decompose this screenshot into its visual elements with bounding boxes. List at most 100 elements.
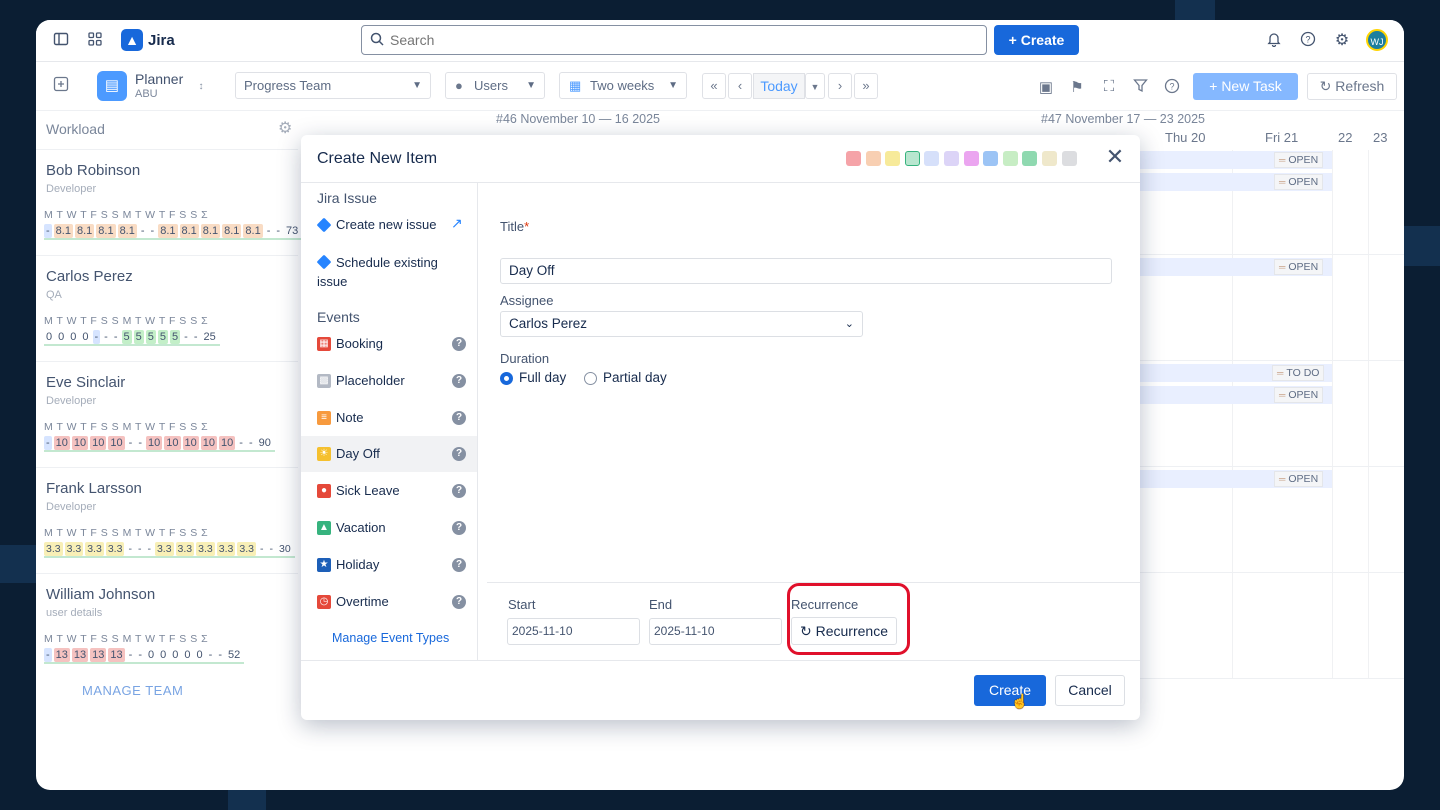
help-icon[interactable]: ?	[452, 484, 466, 498]
plus-icon: +	[1008, 32, 1021, 48]
jump-back-button[interactable]: «	[702, 73, 726, 99]
planner-subtitle: ABU	[135, 88, 158, 100]
fullscreen-icon[interactable]: ⛶	[1099, 78, 1119, 98]
color-swatch[interactable]	[1022, 151, 1038, 166]
workload-values: 3.3 3.3 3.3 3.3- - -3.3 3.3 3.3 3.3 3.3- -30	[44, 542, 295, 558]
team-member-card[interactable]: Carlos Perez QA M T W T F S S M T W T F …	[36, 255, 298, 361]
grid-line	[1368, 150, 1369, 678]
help-icon[interactable]: ?	[452, 558, 466, 572]
create-button[interactable]: + Create	[994, 25, 1079, 55]
event-type-overtime[interactable]: ◷ Overtime ?	[301, 584, 477, 620]
full-day-radio[interactable]	[500, 372, 513, 385]
color-swatch[interactable]	[1061, 151, 1077, 166]
day-value: 10	[164, 436, 181, 450]
color-swatch[interactable]	[944, 151, 959, 166]
event-type-placeholder[interactable]: ▩ Placeholder ?	[301, 363, 477, 399]
cancel-button[interactable]: Cancel	[1055, 675, 1125, 706]
day-value: 10	[219, 436, 236, 450]
day-value: 5	[133, 330, 144, 344]
settings-gear-icon[interactable]: ⚙	[1332, 31, 1352, 51]
color-swatch[interactable]	[1002, 151, 1018, 166]
planner-switch-chevron-icon[interactable]: ↕	[191, 77, 211, 97]
planner-toolbar: ▤ Planner ABU ↕ Progress Team ▼ ● Users ▼ ▦…	[36, 63, 1404, 111]
flag-icon[interactable]: ⚑	[1067, 78, 1087, 98]
close-icon[interactable]: ✕	[1103, 145, 1127, 169]
create-item-button[interactable]: Create	[974, 675, 1046, 706]
day-value: 0	[160, 649, 167, 661]
help-icon[interactable]: ?	[1298, 31, 1318, 51]
manage-team-link[interactable]: MANAGE TEAM	[82, 683, 183, 698]
color-swatch[interactable]	[865, 151, 881, 166]
help-icon[interactable]: ?	[452, 595, 466, 609]
member-name: Carlos Perez	[46, 268, 133, 285]
mouse-cursor-icon: ☝	[1011, 693, 1029, 709]
event-type-booking[interactable]: ▦ Booking ?	[301, 326, 477, 362]
title-label-text: Title	[500, 219, 525, 234]
external-link-icon[interactable]: ↗	[451, 215, 463, 232]
manage-event-types-link[interactable]: Manage Event Types	[332, 631, 449, 645]
partial-day-label[interactable]: Partial day	[603, 370, 667, 385]
app-switcher-icon[interactable]	[85, 31, 105, 51]
schedule-existing-issue-item[interactable]: Schedule existing issue	[301, 245, 477, 295]
start-date-input[interactable]: 2025-11-10	[507, 618, 640, 645]
filter-icon[interactable]	[1130, 78, 1150, 98]
refresh-button[interactable]: ↻ Refresh	[1307, 73, 1397, 100]
next-button[interactable]: ›	[828, 73, 852, 99]
day-value: 0	[46, 331, 53, 343]
app-name[interactable]: Jira	[148, 32, 175, 49]
today-dropdown-button[interactable]: ▼	[805, 73, 825, 99]
workload-settings-gear-icon[interactable]: ⚙	[278, 118, 292, 138]
help-icon[interactable]: ?	[1162, 78, 1182, 98]
assignee-field-label: Assignee	[500, 293, 554, 308]
help-icon[interactable]: ?	[452, 411, 466, 425]
event-type-day-off[interactable]: ☀ Day Off ?	[301, 436, 477, 472]
jira-logo-icon[interactable]: ▲	[121, 29, 143, 51]
color-swatch[interactable]	[963, 151, 979, 166]
team-member-card[interactable]: Bob Robinson Developer M T W T F S S M T…	[36, 149, 303, 255]
event-type-note[interactable]: ≡ Note ?	[301, 400, 477, 436]
team-member-card[interactable]: Frank Larsson Developer M T W T F S S M …	[36, 467, 298, 573]
end-date-input[interactable]: 2025-11-10	[649, 618, 782, 645]
search-bar[interactable]	[361, 25, 987, 55]
day-value: -	[138, 649, 143, 661]
help-icon[interactable]: ?	[452, 447, 466, 461]
previous-button[interactable]: ‹	[728, 73, 752, 99]
users-select[interactable]: ● Users ▼	[445, 72, 545, 99]
today-button[interactable]: Today	[753, 73, 805, 99]
focus-icon[interactable]: ▣	[1036, 78, 1056, 98]
partial-day-radio[interactable]	[584, 372, 597, 385]
user-avatar[interactable]: WJ	[1366, 29, 1388, 51]
team-select[interactable]: Progress Team ▼	[235, 72, 431, 99]
color-swatch[interactable]	[1042, 151, 1057, 166]
event-type-vacation[interactable]: ▲ Vacation ?	[301, 510, 477, 546]
assignee-select[interactable]: Carlos Perez ⌄	[500, 311, 863, 337]
full-day-label[interactable]: Full day	[519, 370, 566, 385]
create-new-issue-item[interactable]: Create new issue ↗	[301, 207, 477, 243]
help-icon[interactable]: ?	[452, 337, 466, 351]
help-icon[interactable]: ?	[452, 374, 466, 388]
jump-forward-button[interactable]: »	[854, 73, 878, 99]
sidebar-toggle-icon[interactable]	[51, 31, 71, 51]
new-task-button[interactable]: + New Task	[1193, 73, 1298, 100]
planner-calendar-icon[interactable]: ▤	[97, 71, 127, 101]
help-icon[interactable]: ?	[452, 521, 466, 535]
day-value: 3.3	[105, 542, 125, 556]
color-swatch[interactable]	[904, 151, 920, 166]
title-input[interactable]: Day Off	[500, 258, 1112, 284]
status-badge: TO DO	[1272, 365, 1325, 381]
event-type-holiday[interactable]: ★ Holiday ?	[301, 547, 477, 583]
team-member-card[interactable]: Eve Sinclair Developer M T W T F S S M T…	[36, 361, 298, 467]
search-input[interactable]	[390, 30, 970, 50]
color-swatch[interactable]	[924, 151, 940, 166]
day-value: 10	[146, 436, 163, 450]
day-value: 8.1	[243, 224, 263, 238]
notifications-bell-icon[interactable]	[1264, 31, 1284, 51]
add-panel-icon[interactable]	[51, 76, 71, 96]
team-member-card[interactable]: William Johnson user details M T W T F S…	[36, 573, 298, 679]
event-type-sick-leave[interactable]: ● Sick Leave ?	[301, 473, 477, 509]
color-swatch[interactable]	[885, 151, 901, 166]
color-swatch[interactable]	[983, 151, 999, 166]
color-swatch[interactable]	[846, 151, 861, 166]
planner-title[interactable]: Planner	[135, 71, 183, 87]
period-select[interactable]: ▦ Two weeks ▼	[559, 72, 687, 99]
